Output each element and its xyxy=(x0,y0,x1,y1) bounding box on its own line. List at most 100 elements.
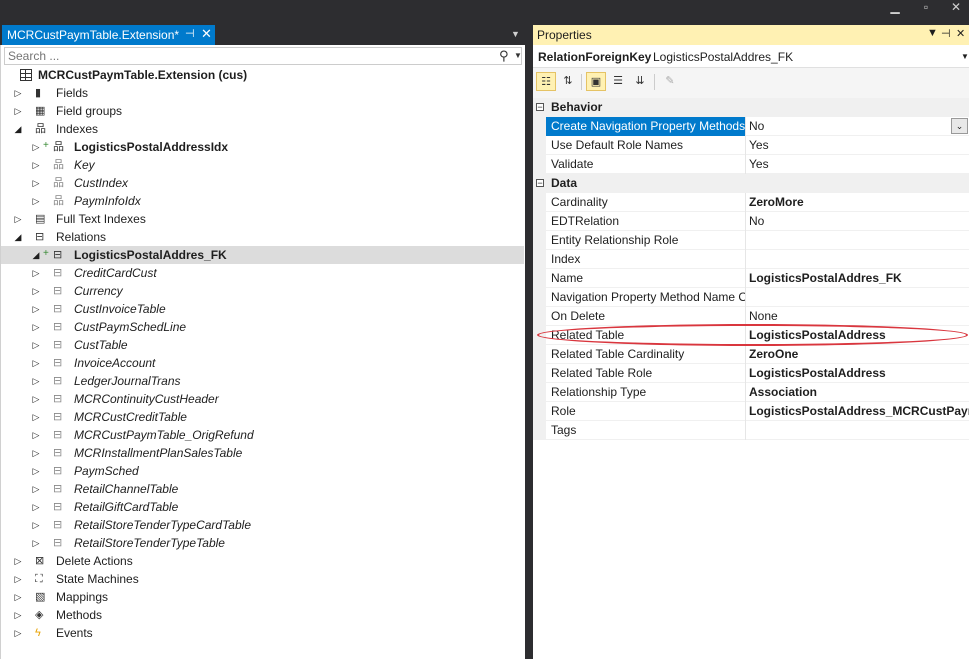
tree-node[interactable]: ▷ ⊟ CustPaymSchedLine xyxy=(1,318,524,336)
column-divider[interactable] xyxy=(745,288,746,307)
property-row[interactable]: Relationship Type Association xyxy=(533,383,969,402)
tree-node[interactable]: ▷ ⊟ InvoiceAccount xyxy=(1,354,524,372)
collapsed-arrow-icon[interactable]: ▷ xyxy=(13,624,23,642)
collapsed-arrow-icon[interactable]: ▷ xyxy=(31,174,41,192)
property-row[interactable]: Name LogisticsPostalAddres_FK xyxy=(533,269,969,288)
collapsed-arrow-icon[interactable]: ▷ xyxy=(31,318,41,336)
tree-node[interactable]: ▷ ⊟ MCRContinuityCustHeader xyxy=(1,390,524,408)
tree-node[interactable]: ▷ ϟ Events xyxy=(1,624,524,642)
collapsed-arrow-icon[interactable]: ▷ xyxy=(31,534,41,552)
column-divider[interactable] xyxy=(745,269,746,288)
property-row[interactable]: Validate Yes xyxy=(533,155,969,174)
tree-node[interactable]: ▷ + 品 LogisticsPostalAddressIdx xyxy=(1,138,524,156)
column-divider[interactable] xyxy=(745,193,746,212)
tree-node[interactable]: ▷ ⊟ RetailStoreTenderTypeTable xyxy=(1,534,524,552)
chevron-down-icon[interactable]: ▼ xyxy=(961,52,969,61)
collapsed-arrow-icon[interactable]: ▷ xyxy=(13,606,23,624)
column-divider[interactable] xyxy=(745,383,746,402)
column-divider[interactable] xyxy=(745,136,746,155)
restore-icon[interactable]: ▫ xyxy=(915,0,937,14)
property-row[interactable]: EDTRelation No xyxy=(533,212,969,231)
close-icon[interactable]: ✕ xyxy=(956,27,965,40)
property-value[interactable]: Association xyxy=(749,383,969,402)
column-divider[interactable] xyxy=(745,231,746,250)
property-value[interactable]: None xyxy=(749,307,969,326)
tree-node[interactable]: ▷ ⊟ RetailStoreTenderTypeCardTable xyxy=(1,516,524,534)
column-divider[interactable] xyxy=(745,307,746,326)
property-row[interactable]: On Delete None xyxy=(533,307,969,326)
collapsed-arrow-icon[interactable]: ▷ xyxy=(31,426,41,444)
tree-node[interactable]: ▷ ◈ Methods xyxy=(1,606,524,624)
collapsed-arrow-icon[interactable]: ▷ xyxy=(31,516,41,534)
property-value[interactable]: LogisticsPostalAddres_FK xyxy=(749,269,969,288)
property-value[interactable]: Yes xyxy=(749,155,969,174)
property-row[interactable]: Related Table Role LogisticsPostalAddress xyxy=(533,364,969,383)
property-value[interactable]: ZeroOne xyxy=(749,345,969,364)
property-value[interactable]: ZeroMore xyxy=(749,193,969,212)
property-row[interactable]: Role LogisticsPostalAddress_MCRCustPaymTa… xyxy=(533,402,969,421)
search-icon[interactable]: ⚲ xyxy=(499,48,509,64)
column-divider[interactable] xyxy=(745,155,746,174)
property-row[interactable]: Related Table LogisticsPostalAddress xyxy=(533,326,969,345)
tree-node[interactable]: ▷ ⊟ RetailGiftCardTable xyxy=(1,498,524,516)
property-row[interactable]: Entity Relationship Role xyxy=(533,231,969,250)
collapsed-arrow-icon[interactable]: ▷ xyxy=(13,102,23,120)
collapsed-arrow-icon[interactable]: ▷ xyxy=(31,336,41,354)
tree-node[interactable]: ▷ ▤ Full Text Indexes xyxy=(1,210,524,228)
property-value[interactable]: LogisticsPostalAddress_MCRCustPaymTable xyxy=(749,402,969,421)
expanded-arrow-icon[interactable]: ◢ xyxy=(13,120,23,138)
collapsed-arrow-icon[interactable]: ▷ xyxy=(31,138,41,156)
column-divider[interactable] xyxy=(745,402,746,421)
minimize-icon[interactable]: ▁ xyxy=(884,0,906,14)
tree-node[interactable]: ◢ ⊟ Relations xyxy=(1,228,524,246)
tree-node[interactable]: ▷ ▦ Field groups xyxy=(1,102,524,120)
collapsed-arrow-icon[interactable]: ▷ xyxy=(31,264,41,282)
property-category[interactable]: − Data xyxy=(533,174,969,193)
collapsed-arrow-icon[interactable]: ▷ xyxy=(31,462,41,480)
sort-list-icon[interactable]: ⇊ xyxy=(630,72,650,91)
collapsed-arrow-icon[interactable]: ▷ xyxy=(13,210,23,228)
close-window-icon[interactable]: ✕ xyxy=(945,0,967,14)
property-row[interactable]: Tags xyxy=(533,421,969,440)
property-value[interactable]: No xyxy=(749,117,969,136)
tree-node[interactable]: ◢ 品 Indexes xyxy=(1,120,524,138)
property-row[interactable]: Index xyxy=(533,250,969,269)
object-selector[interactable]: RelationForeignKey LogisticsPostalAddres… xyxy=(533,45,969,68)
column-divider[interactable] xyxy=(745,117,746,136)
column-divider[interactable] xyxy=(745,421,746,440)
tree-node[interactable]: ▷ ⊟ Currency xyxy=(1,282,524,300)
collapsed-arrow-icon[interactable]: ▷ xyxy=(31,444,41,462)
column-divider[interactable] xyxy=(745,212,746,231)
tree-node[interactable]: ▷ ⊟ CreditCardCust xyxy=(1,264,524,282)
collapsed-arrow-icon[interactable]: ▷ xyxy=(31,390,41,408)
collapsed-arrow-icon[interactable]: ▷ xyxy=(13,570,23,588)
collapsed-arrow-icon[interactable]: ▷ xyxy=(13,552,23,570)
window-position-icon[interactable]: ▼ xyxy=(927,27,938,39)
tree-node[interactable]: ▷ ⊠ Delete Actions xyxy=(1,552,524,570)
tree-node[interactable]: ▷ ⊟ MCRInstallmentPlanSalesTable xyxy=(1,444,524,462)
property-row[interactable]: Use Default Role Names Yes xyxy=(533,136,969,155)
expanded-arrow-icon[interactable]: ◢ xyxy=(31,246,41,264)
collapsed-arrow-icon[interactable]: ▷ xyxy=(31,156,41,174)
collapsed-arrow-icon[interactable]: ▷ xyxy=(13,84,23,102)
properties-icon[interactable]: ▣ xyxy=(586,72,606,91)
pane-splitter[interactable] xyxy=(525,25,533,659)
collapsed-arrow-icon[interactable]: ▷ xyxy=(31,372,41,390)
tree-node[interactable]: ◢ + ⊟ LogisticsPostalAddres_FK xyxy=(1,246,524,264)
tab-list-dropdown-icon[interactable]: ▼ xyxy=(511,29,520,39)
events-list-icon[interactable]: ☰ xyxy=(608,72,628,91)
pin-icon[interactable]: ⊣ xyxy=(941,27,951,40)
search-dropdown-icon[interactable]: ▼ xyxy=(514,51,522,60)
tree-node[interactable]: ▷ ⊟ CustTable xyxy=(1,336,524,354)
collapsed-arrow-icon[interactable]: ▷ xyxy=(31,282,41,300)
tree-node[interactable]: ▷ ▮ Fields xyxy=(1,84,524,102)
tree-node[interactable]: ▷ 品 PaymInfoIdx xyxy=(1,192,524,210)
tree-node[interactable]: ▷ 品 Key xyxy=(1,156,524,174)
column-divider[interactable] xyxy=(745,326,746,345)
property-category[interactable]: − Behavior xyxy=(533,98,969,117)
tree-node[interactable]: ▷ ⊟ PaymSched xyxy=(1,462,524,480)
column-divider[interactable] xyxy=(745,364,746,383)
property-row[interactable]: Cardinality ZeroMore xyxy=(533,193,969,212)
property-value[interactable]: No xyxy=(749,212,969,231)
tree-node[interactable]: ▷ ⊟ MCRCustCreditTable xyxy=(1,408,524,426)
